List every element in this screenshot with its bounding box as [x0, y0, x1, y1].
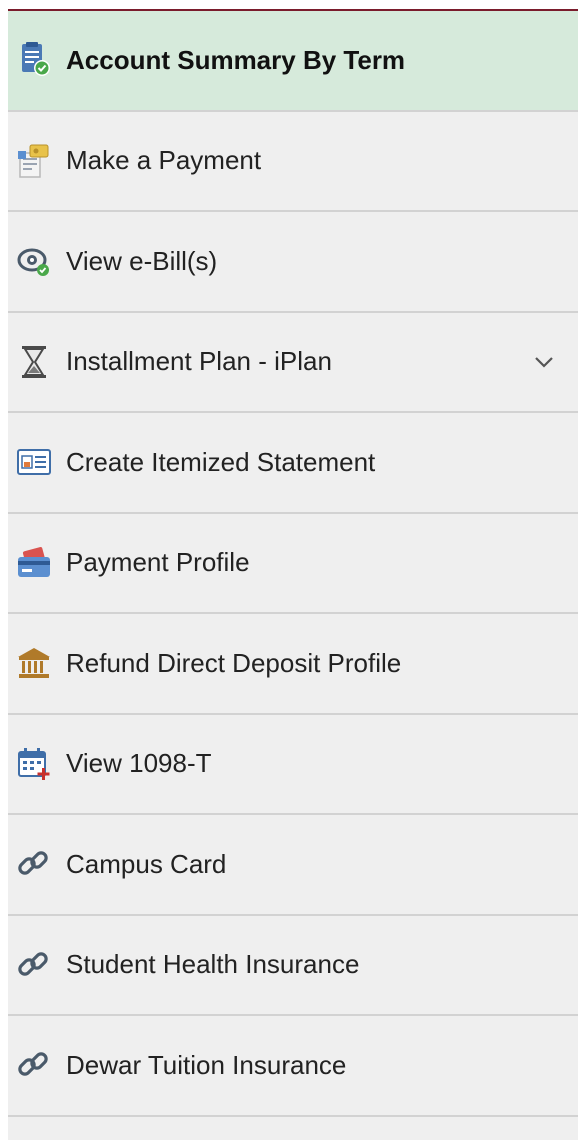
- credit-card-icon: [14, 543, 54, 583]
- nav-item-label: Dewar Tuition Insurance: [66, 1049, 347, 1080]
- document-check-icon: [14, 40, 54, 80]
- nav-item-label: Student Health Insurance: [66, 949, 360, 980]
- nav-item-campus-card[interactable]: Campus Card: [8, 815, 578, 916]
- id-card-icon: [14, 442, 54, 482]
- nav-item-refund-direct-deposit-profile[interactable]: Refund Direct Deposit Profile: [8, 614, 578, 715]
- link-icon: [14, 1045, 54, 1085]
- nav-footer-space: [8, 1117, 578, 1141]
- calendar-add-icon: [14, 744, 54, 784]
- nav-item-label: View 1098-T: [66, 748, 212, 779]
- nav-item-label: Refund Direct Deposit Profile: [66, 647, 402, 678]
- nav-item-student-health-insurance[interactable]: Student Health Insurance: [8, 916, 578, 1016]
- nav-item-create-itemized-statement[interactable]: Create Itemized Statement: [8, 413, 578, 514]
- hourglass-icon: [14, 342, 54, 382]
- nav-item-view-e-bills[interactable]: View e-Bill(s): [8, 212, 578, 313]
- nav-item-label: Payment Profile: [66, 547, 250, 578]
- link-icon: [14, 945, 54, 985]
- nav-item-view-1098-t[interactable]: View 1098-T: [8, 715, 578, 815]
- side-navigation: Account Summary By Term Make a Payment V…: [8, 9, 578, 1140]
- link-icon: [14, 844, 54, 884]
- nav-item-label: View e-Bill(s): [66, 245, 218, 276]
- bank-icon: [14, 643, 54, 683]
- payment-icon: [14, 141, 54, 181]
- nav-item-installment-plan[interactable]: Installment Plan - iPlan: [8, 313, 578, 413]
- chevron-down-icon[interactable]: [532, 350, 556, 374]
- nav-item-label: Campus Card: [66, 848, 227, 879]
- nav-item-make-a-payment[interactable]: Make a Payment: [8, 112, 578, 212]
- eye-check-icon: [14, 241, 54, 281]
- nav-item-account-summary-by-term[interactable]: Account Summary By Term: [8, 11, 578, 112]
- nav-item-label: Installment Plan - iPlan: [66, 346, 332, 377]
- nav-item-label: Account Summary By Term: [66, 44, 406, 75]
- nav-item-label: Create Itemized Statement: [66, 446, 376, 477]
- nav-item-dewar-tuition-insurance[interactable]: Dewar Tuition Insurance: [8, 1016, 578, 1117]
- nav-item-payment-profile[interactable]: Payment Profile: [8, 514, 578, 614]
- nav-item-label: Make a Payment: [66, 145, 262, 176]
